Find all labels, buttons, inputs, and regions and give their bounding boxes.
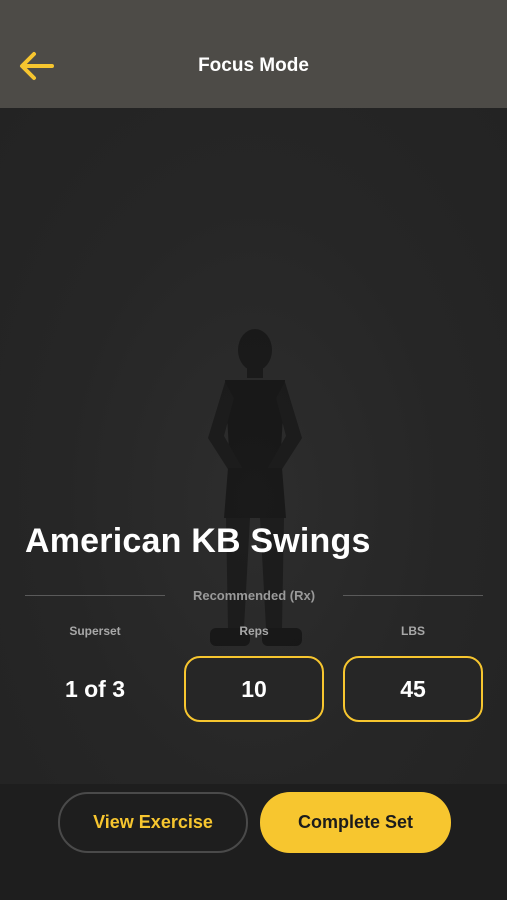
superset-label: Superset <box>69 624 121 638</box>
complete-set-button[interactable]: Complete Set <box>260 792 451 853</box>
exercise-name: American KB Swings <box>25 522 371 560</box>
lbs-label: LBS <box>401 624 425 638</box>
superset-value: 1 of 3 <box>64 676 126 702</box>
divider-left <box>25 595 165 596</box>
page-title: Focus Mode <box>198 55 309 76</box>
top-bar: Focus Mode <box>0 0 507 108</box>
divider-right <box>343 595 483 596</box>
lbs-input[interactable]: 45 <box>343 656 483 722</box>
athlete-figure-image <box>208 329 302 646</box>
recommended-label: Recommended (Rx) <box>192 588 316 603</box>
reps-input[interactable]: 10 <box>184 656 324 722</box>
view-exercise-button[interactable]: View Exercise <box>58 792 248 853</box>
bottom-action-bar: View Exercise Complete Set <box>0 784 507 900</box>
reps-label: Reps <box>239 624 269 638</box>
